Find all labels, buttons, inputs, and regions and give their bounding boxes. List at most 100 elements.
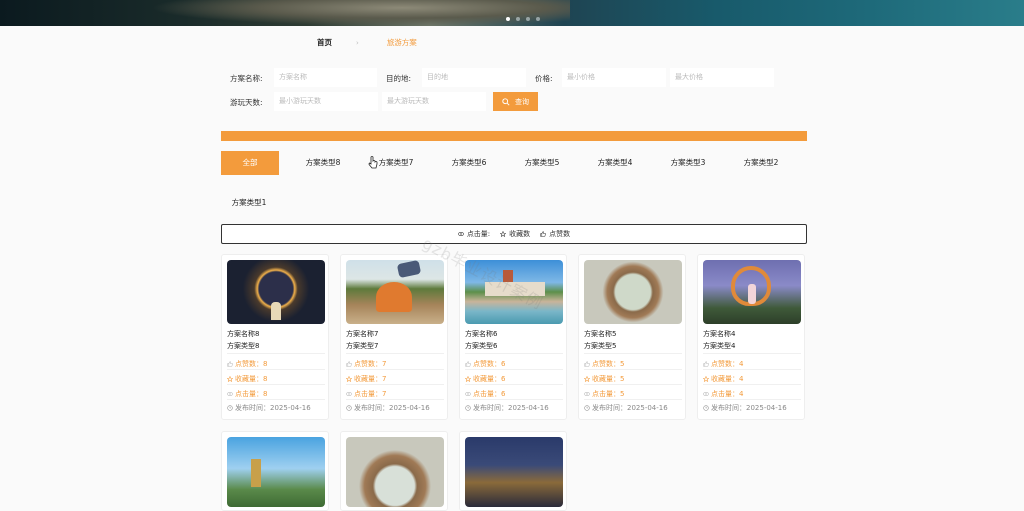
destination-input[interactable]: 目的地	[422, 68, 526, 87]
thumbs-up-icon	[703, 361, 709, 367]
breadcrumb: 首页 › 旅游方案	[317, 37, 417, 48]
carousel-dots	[506, 17, 540, 21]
plan-type: 方案类型4	[703, 342, 736, 350]
name-label: 方案名称:	[230, 74, 263, 83]
clock-icon	[346, 405, 352, 411]
sort-clicks[interactable]: 点击量:	[457, 229, 490, 239]
eye-icon	[227, 392, 233, 396]
eye-icon	[346, 392, 352, 396]
publish-date: 发布时间：2025-04-16	[465, 403, 549, 413]
breadcrumb-current: 旅游方案	[386, 38, 417, 47]
plan-type: 方案类型6	[465, 342, 498, 350]
tab-type4[interactable]: 方案类型4	[587, 151, 643, 175]
tab-type8[interactable]: 方案类型8	[295, 151, 351, 175]
favorite-count: 收藏量：4	[703, 374, 743, 384]
plan-type: 方案类型8	[227, 342, 260, 350]
eye-icon	[703, 392, 709, 396]
days-label: 游玩天数:	[230, 98, 263, 107]
favorite-count: 收藏量：6	[465, 374, 505, 384]
eye-icon	[457, 232, 464, 236]
click-count: 点击量：6	[465, 389, 505, 399]
thumbs-up-icon	[346, 361, 352, 367]
plan-thumbnail	[703, 260, 801, 324]
sort-likes[interactable]: 点赞数	[540, 229, 570, 239]
banner-image	[150, 0, 570, 26]
search-button-label: 查询	[515, 97, 529, 106]
plan-card[interactable]	[221, 431, 329, 511]
plan-thumbnail	[346, 260, 444, 324]
publish-date: 发布时间：2025-04-16	[584, 403, 668, 413]
like-count: 点赞数：8	[227, 359, 267, 369]
like-count: 点赞数：4	[703, 359, 743, 369]
click-count: 点击量：7	[346, 389, 386, 399]
plan-thumbnail	[227, 260, 325, 324]
click-count: 点击量：8	[227, 389, 267, 399]
price-label: 价格:	[535, 74, 553, 83]
sort-bar: 点击量: 收藏数 点赞数	[221, 224, 807, 244]
days-max-input[interactable]: 最大游玩天数	[382, 92, 486, 111]
sort-favorites[interactable]: 收藏数	[500, 229, 530, 239]
price-min-input[interactable]: 最小价格	[562, 68, 666, 87]
star-icon	[346, 376, 352, 382]
name-input[interactable]: 方案名称	[274, 68, 377, 87]
plan-name: 方案名称8	[227, 330, 260, 338]
carousel-dot[interactable]	[516, 17, 520, 21]
plan-card[interactable]: 方案名称4 方案类型4 点赞数：4 收藏量：4 点击量：4 发布时间：2025-…	[697, 254, 805, 420]
plan-type: 方案类型5	[584, 342, 617, 350]
like-count: 点赞数：7	[346, 359, 386, 369]
star-icon	[500, 231, 507, 237]
like-count: 点赞数：5	[584, 359, 624, 369]
carousel-dot[interactable]	[506, 17, 510, 21]
carousel-dot[interactable]	[526, 17, 530, 21]
search-icon	[502, 97, 510, 106]
star-icon	[584, 376, 590, 382]
click-count: 点击量：4	[703, 389, 743, 399]
carousel-dot[interactable]	[536, 17, 540, 21]
clock-icon	[703, 405, 709, 411]
search-button[interactable]: 查询	[493, 92, 538, 111]
star-icon	[703, 376, 709, 382]
thumbs-up-icon	[465, 361, 471, 367]
plan-card[interactable]: 方案名称5 方案类型5 点赞数：5 收藏量：5 点击量：5 发布时间：2025-…	[578, 254, 686, 420]
clock-icon	[227, 405, 233, 411]
thumbs-up-icon	[540, 231, 546, 237]
star-icon	[227, 376, 233, 382]
clock-icon	[465, 405, 471, 411]
like-count: 点赞数：6	[465, 359, 505, 369]
tab-type3[interactable]: 方案类型3	[660, 151, 716, 175]
mouse-cursor-icon	[368, 156, 378, 169]
publish-date: 发布时间：2025-04-16	[703, 403, 787, 413]
favorite-count: 收藏量：5	[584, 374, 624, 384]
plan-name: 方案名称7	[346, 330, 379, 338]
favorite-count: 收藏量：7	[346, 374, 386, 384]
tab-type2[interactable]: 方案类型2	[733, 151, 789, 175]
tab-type6[interactable]: 方案类型6	[441, 151, 497, 175]
plan-card[interactable]	[459, 431, 567, 511]
plan-card[interactable]: 方案名称8 方案类型8 点赞数：8 收藏量：8 点击量：8 发布时间：2025-…	[221, 254, 329, 420]
eye-icon	[584, 392, 590, 396]
tab-type5[interactable]: 方案类型5	[514, 151, 570, 175]
plan-name: 方案名称6	[465, 330, 498, 338]
plan-name: 方案名称5	[584, 330, 617, 338]
plan-card[interactable]	[340, 431, 448, 511]
favorite-count: 收藏量：8	[227, 374, 267, 384]
eye-icon	[465, 392, 471, 396]
destination-label: 目的地:	[386, 74, 412, 83]
banner-carousel[interactable]	[0, 0, 1024, 26]
breadcrumb-home[interactable]: 首页	[317, 37, 332, 48]
price-max-input[interactable]: 最大价格	[670, 68, 774, 87]
days-min-input[interactable]: 最小游玩天数	[274, 92, 378, 111]
thumbs-up-icon	[584, 361, 590, 367]
plan-thumbnail	[465, 437, 563, 507]
plan-thumbnail	[346, 437, 444, 507]
clock-icon	[584, 405, 590, 411]
tab-type1[interactable]: 方案类型1	[221, 191, 277, 215]
plan-card[interactable]: 方案名称7 方案类型7 点赞数：7 收藏量：7 点击量：7 发布时间：2025-…	[340, 254, 448, 420]
plan-name: 方案名称4	[703, 330, 736, 338]
plan-thumbnail	[584, 260, 682, 324]
publish-date: 发布时间：2025-04-16	[346, 403, 430, 413]
breadcrumb-separator: ›	[356, 38, 359, 47]
plan-thumbnail	[227, 437, 325, 507]
tab-all[interactable]: 全部	[221, 151, 279, 175]
thumbs-up-icon	[227, 361, 233, 367]
